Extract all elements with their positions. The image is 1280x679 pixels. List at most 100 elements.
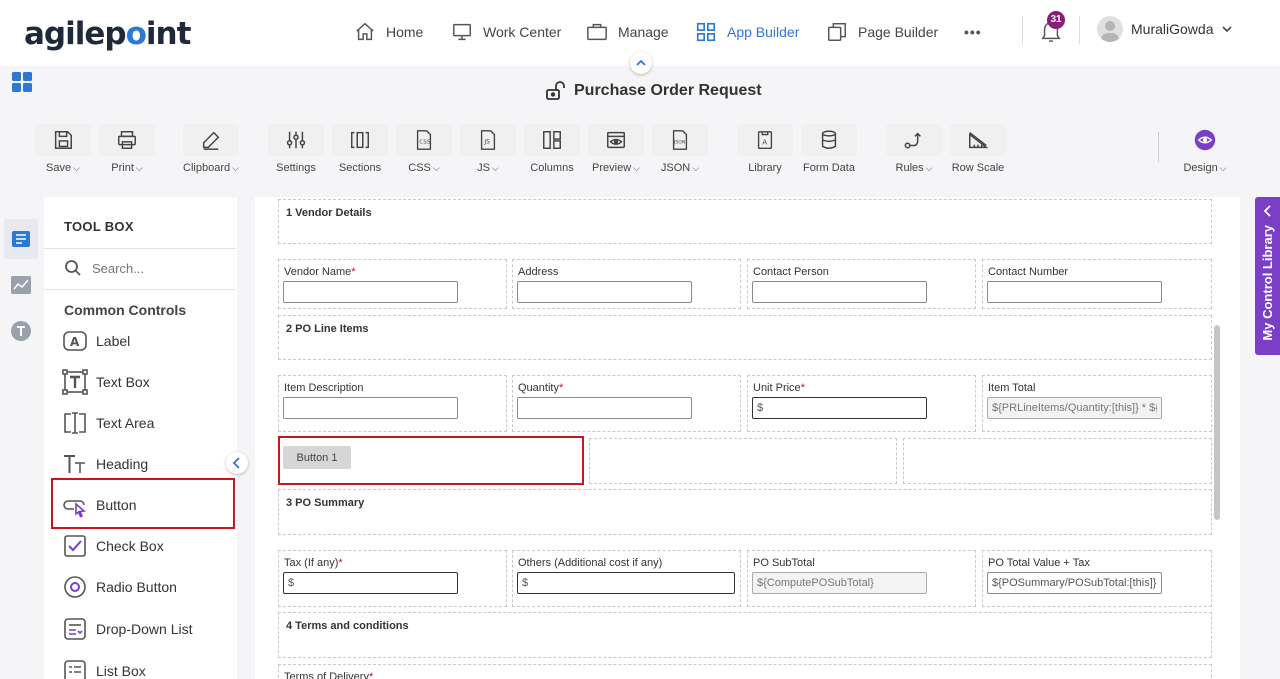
collapse-toolbox-button[interactable]	[226, 452, 248, 474]
collapse-header-button[interactable]	[630, 52, 652, 74]
library-label: Library	[748, 162, 782, 174]
field-label: Item Description	[284, 382, 364, 394]
save-button[interactable]: Save ⌵	[35, 124, 91, 174]
tax-input[interactable]	[283, 572, 458, 594]
form-data-button[interactable]: Form Data	[801, 124, 857, 174]
section-title: 4 Terms and conditions	[286, 620, 409, 632]
preview-button[interactable]: Preview ⌵	[588, 124, 644, 174]
control-heading[interactable]: Heading	[62, 448, 148, 480]
nav-home[interactable]: Home	[354, 20, 423, 44]
section-title: 2 PO Line Items	[286, 323, 369, 335]
row-scale-button[interactable]: Row Scale	[950, 124, 1006, 174]
subtotal-input[interactable]	[752, 572, 927, 594]
unlock-icon[interactable]	[544, 80, 566, 102]
rail-text-button[interactable]	[4, 311, 38, 351]
rail-chart-button[interactable]	[4, 265, 38, 305]
pencil-icon	[202, 131, 220, 150]
my-control-library-label: My Control Library	[1260, 225, 1275, 341]
more-menu-icon[interactable]: •••	[964, 20, 982, 44]
total-input[interactable]	[987, 572, 1162, 594]
field-label: PO SubTotal	[753, 557, 815, 569]
control-label[interactable]: A Label	[62, 325, 130, 357]
control-radio-button[interactable]: Radio Button	[62, 571, 177, 603]
apps-grid-icon[interactable]	[12, 72, 32, 92]
control-list-box[interactable]: List Box	[62, 655, 146, 679]
library-icon: A	[757, 131, 773, 149]
nav-work-center[interactable]: Work Center	[451, 20, 561, 44]
rules-button[interactable]: Rules ⌵	[886, 124, 942, 174]
text-t-icon	[11, 321, 31, 341]
item-description-input[interactable]	[283, 397, 458, 419]
field-label: Others (Additional cost if any)	[518, 557, 663, 569]
nav-manage[interactable]: Manage	[586, 20, 669, 44]
contact-person-input[interactable]	[752, 281, 927, 303]
vendor-name-input[interactable]	[283, 281, 458, 303]
clipboard-button[interactable]: Clipboard ⌵	[183, 124, 239, 174]
subtotal-cell[interactable]: PO SubTotal	[747, 550, 976, 607]
columns-label: Columns	[530, 162, 574, 174]
print-label: Print	[111, 162, 134, 174]
section-vendor-details[interactable]: 1 Vendor Details	[278, 199, 1212, 244]
columns-icon	[543, 131, 561, 149]
columns-button[interactable]: Columns	[524, 124, 580, 174]
json-file-icon: JSON	[672, 130, 688, 150]
address-cell[interactable]: Address	[512, 259, 741, 309]
others-input[interactable]	[517, 572, 735, 594]
others-cell[interactable]: Others (Additional cost if any)	[512, 550, 741, 607]
section-title: 1 Vendor Details	[286, 207, 372, 219]
tax-cell[interactable]: Tax (If any)*	[278, 550, 507, 607]
json-button[interactable]: JSON JSON ⌵	[652, 124, 708, 174]
contact-number-cell[interactable]: Contact Number	[982, 259, 1212, 309]
item-description-cell[interactable]: Item Description	[278, 375, 507, 432]
field-label: Terms of Delivery*	[284, 671, 374, 679]
control-drop-down-list-text: Drop-Down List	[96, 621, 193, 637]
quantity-input[interactable]	[517, 397, 692, 419]
section-po-summary[interactable]: 3 PO Summary	[278, 489, 1212, 535]
item-total-input[interactable]	[987, 397, 1162, 419]
css-button[interactable]: CSS CSS ⌵	[396, 124, 452, 174]
empty-cell[interactable]	[903, 438, 1212, 484]
avatar	[1097, 16, 1123, 42]
nav-app-builder[interactable]: App Builder	[695, 20, 799, 44]
design-button[interactable]: Design ⌵	[1177, 124, 1233, 174]
vendor-name-cell[interactable]: Vendor Name*	[278, 259, 507, 309]
terms-delivery-cell[interactable]: Terms of Delivery*	[278, 664, 1212, 679]
section-terms-and-conditions[interactable]: 4 Terms and conditions	[278, 612, 1212, 658]
print-button[interactable]: Print ⌵	[99, 124, 155, 174]
unit-price-cell[interactable]: Unit Price*	[747, 375, 976, 432]
control-check-box[interactable]: Check Box	[62, 530, 164, 562]
control-drop-down-list[interactable]: Drop-Down List	[62, 613, 192, 645]
total-cell[interactable]: PO Total Value + Tax	[982, 550, 1212, 607]
nav-page-builder[interactable]: Page Builder	[826, 20, 938, 44]
app-grid-icon	[696, 22, 716, 42]
user-menu[interactable]: MuraliGowda	[1097, 16, 1233, 42]
control-text-box[interactable]: Text Box	[62, 366, 150, 398]
sections-button[interactable]: Sections	[332, 124, 388, 174]
quantity-cell[interactable]: Quantity*	[512, 375, 741, 432]
js-button[interactable]: JS JS ⌵	[460, 124, 516, 174]
my-control-library-tab[interactable]: My Control Library	[1255, 197, 1280, 355]
canvas-scrollbar[interactable]	[1214, 325, 1220, 520]
control-text-area[interactable]: Text Area	[62, 407, 154, 439]
js-label: JS	[477, 162, 490, 174]
settings-button[interactable]: Settings	[268, 124, 324, 174]
item-total-cell[interactable]: Item Total	[982, 375, 1212, 432]
contact-person-cell[interactable]: Contact Person	[747, 259, 976, 309]
library-button[interactable]: A Library	[737, 124, 793, 174]
empty-cell[interactable]	[589, 438, 897, 484]
section-title: 3 PO Summary	[286, 497, 365, 509]
address-input[interactable]	[517, 281, 692, 303]
toolbox-search-input[interactable]	[92, 260, 222, 276]
nav-divider	[1079, 16, 1080, 44]
checkbox-icon	[64, 535, 86, 557]
chevron-down-icon: ⌵	[73, 162, 80, 173]
contact-number-input[interactable]	[987, 281, 1162, 303]
svg-text:JS: JS	[483, 139, 490, 146]
unit-price-input[interactable]	[752, 397, 927, 419]
line-fields-row: Item Description Quantity* Unit Price* I…	[278, 375, 1212, 432]
section-po-line-items[interactable]: 2 PO Line Items	[278, 315, 1212, 360]
agilepoint-logo[interactable]: agilepoint	[24, 16, 191, 52]
toolbox-panel: TOOL BOX Common Controls A Label Text Bo…	[44, 197, 237, 679]
rail-toolbox-button[interactable]	[4, 219, 38, 259]
rules-label: Rules	[895, 162, 924, 174]
